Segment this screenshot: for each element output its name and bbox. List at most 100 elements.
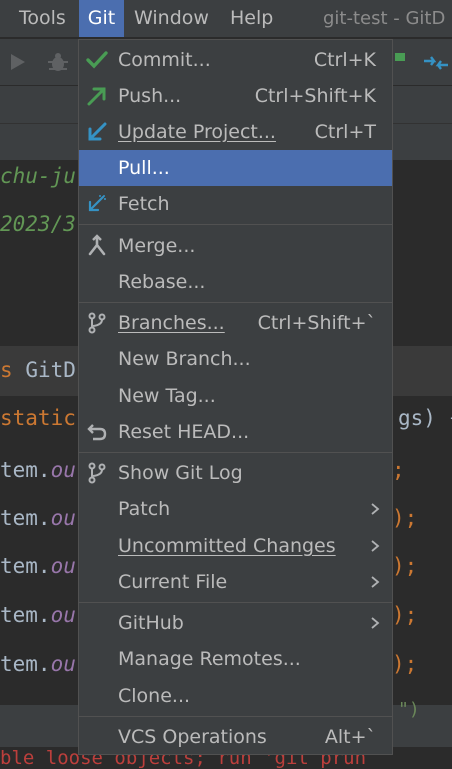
chevron-right-icon [371, 617, 380, 629]
menu-item-push[interactable]: Push... Ctrl+Shift+K [79, 78, 392, 114]
menu-item-label: Update Project... [118, 121, 276, 143]
menu-item-fetch[interactable]: Fetch [79, 186, 392, 222]
menu-item-new-tag[interactable]: New Tag... [79, 378, 392, 414]
green-flag-icon[interactable] [393, 51, 407, 71]
menu-item-manage-remotes[interactable]: Manage Remotes... [79, 641, 392, 677]
merge-icon [88, 234, 106, 256]
menu-item-shortcut: Ctrl+K [313, 49, 376, 71]
run-icon[interactable] [8, 52, 28, 72]
code-sys-method: ou [50, 554, 76, 578]
menu-item-label: Manage Remotes... [118, 648, 301, 670]
code-sys-prefix: tem. [0, 652, 51, 676]
menu-item-github[interactable]: GitHub [79, 605, 392, 641]
menu-item-label: Merge... [118, 235, 196, 257]
menu-item-new-branch[interactable]: New Branch... [79, 341, 392, 377]
menu-item-label: New Branch... [118, 348, 251, 370]
code-line: tem.ou [0, 603, 76, 627]
code-sys-prefix: tem. [0, 603, 51, 627]
menu-item-label: Uncommitted Changes [118, 535, 336, 557]
chevron-right-icon [371, 540, 380, 552]
menu-item-shortcut: Alt+` [324, 726, 376, 748]
menu-separator [79, 452, 392, 453]
menu-item-label: Push... [118, 85, 182, 107]
menu-item-label: New Tag... [118, 385, 216, 407]
menu-separator [79, 224, 392, 225]
chevron-right-icon [371, 576, 380, 588]
menu-separator [79, 602, 392, 603]
code-author: chu-ju [0, 164, 76, 188]
window-title: git-test - GitD [323, 8, 446, 29]
menu-item-label: Fetch [118, 193, 170, 215]
push-arrow-icon [87, 87, 106, 106]
menu-item-clone[interactable]: Clone... [79, 678, 392, 714]
menu-item-current-file[interactable]: Current File [79, 564, 392, 600]
checkmark-icon [86, 51, 108, 69]
menu-git-label: Git [87, 7, 116, 29]
menu-item-vcs-operations[interactable]: VCS Operations Alt+` [79, 719, 392, 755]
code-class-keyword: s [0, 358, 13, 382]
menu-item-label: VCS Operations [118, 726, 267, 748]
menu-item-label: Clone... [118, 685, 191, 707]
menu-bar: Tools Git Window Help git-test - GitD [0, 0, 452, 37]
code-line: tem.ou [0, 554, 76, 578]
code-date: 2023/3 [0, 212, 76, 236]
branch-icon [88, 312, 106, 334]
menu-item-rebase[interactable]: Rebase... [79, 264, 392, 300]
menu-item-label: GitHub [118, 612, 184, 634]
menu-item-shortcut: Ctrl+Shift+` [257, 312, 376, 334]
menu-item-reset-head[interactable]: Reset HEAD... [79, 414, 392, 450]
code-line-tail: ); [392, 603, 418, 627]
menu-window[interactable]: Window [132, 0, 211, 37]
menu-item-shortcut: Ctrl+Shift+K [254, 85, 376, 107]
menu-item-label: Rebase... [118, 271, 206, 293]
fetch-icon [88, 195, 106, 212]
reset-icon [87, 424, 107, 441]
menu-separator [79, 302, 392, 303]
menu-item-label: Commit... [118, 49, 211, 71]
code-line-tail: ); [392, 554, 418, 578]
code-sys-prefix: tem. [0, 554, 51, 578]
code-line-tail: ); [392, 652, 418, 676]
menu-tools[interactable]: Tools [17, 0, 68, 37]
menu-item-uncommitted-changes[interactable]: Uncommitted Changes [79, 528, 392, 564]
code-sys-prefix: tem. [0, 458, 51, 482]
code-line-tail: ); [392, 506, 418, 530]
menu-item-update-project[interactable]: Update Project... Ctrl+T [79, 114, 392, 150]
compare-arrows-icon[interactable] [422, 51, 450, 75]
menu-window-label: Window [134, 7, 209, 29]
git-log-icon [88, 462, 106, 484]
menu-item-label: Patch [118, 498, 171, 520]
menu-item-branches[interactable]: Branches... Ctrl+Shift+` [79, 305, 392, 341]
menu-item-merge[interactable]: Merge... [79, 228, 392, 264]
code-class-name: GitD [25, 358, 76, 382]
menu-separator [79, 716, 392, 717]
code-sys-method: ou [50, 458, 76, 482]
menu-item-label: Pull... [118, 157, 170, 179]
code-static-keyword: static [0, 406, 76, 430]
git-menu: Commit... Ctrl+K Push... Ctrl+Shift+K Up… [78, 39, 393, 755]
menu-item-show-git-log[interactable]: Show Git Log [79, 455, 392, 491]
code-class-line: s GitD [0, 358, 76, 382]
code-sys-method: ou [50, 603, 76, 627]
menu-help-label: Help [230, 7, 274, 29]
code-line: tem.ou [0, 506, 76, 530]
menu-item-shortcut: Ctrl+T [314, 121, 376, 143]
menu-item-commit[interactable]: Commit... Ctrl+K [79, 42, 392, 78]
update-arrow-icon [88, 122, 107, 141]
code-args-tail: gs) { [398, 406, 452, 430]
menu-item-label: Show Git Log [118, 462, 243, 484]
code-sys-prefix: tem. [0, 506, 51, 530]
code-line-tail: ; [392, 458, 405, 482]
menu-item-pull[interactable]: Pull... [79, 150, 392, 186]
debug-icon[interactable] [46, 50, 70, 74]
menu-item-patch[interactable]: Patch [79, 491, 392, 527]
code-bottom-tail: ") [398, 699, 420, 720]
menu-item-label: Current File [118, 571, 228, 593]
code-sys-method: ou [50, 506, 76, 530]
menu-help[interactable]: Help [228, 0, 275, 37]
code-sys-method: ou [50, 652, 76, 676]
code-line: tem.ou [0, 652, 76, 676]
code-line: tem.ou [0, 458, 76, 482]
menu-item-label: Reset HEAD... [118, 421, 250, 443]
menu-git[interactable]: Git [79, 0, 124, 37]
